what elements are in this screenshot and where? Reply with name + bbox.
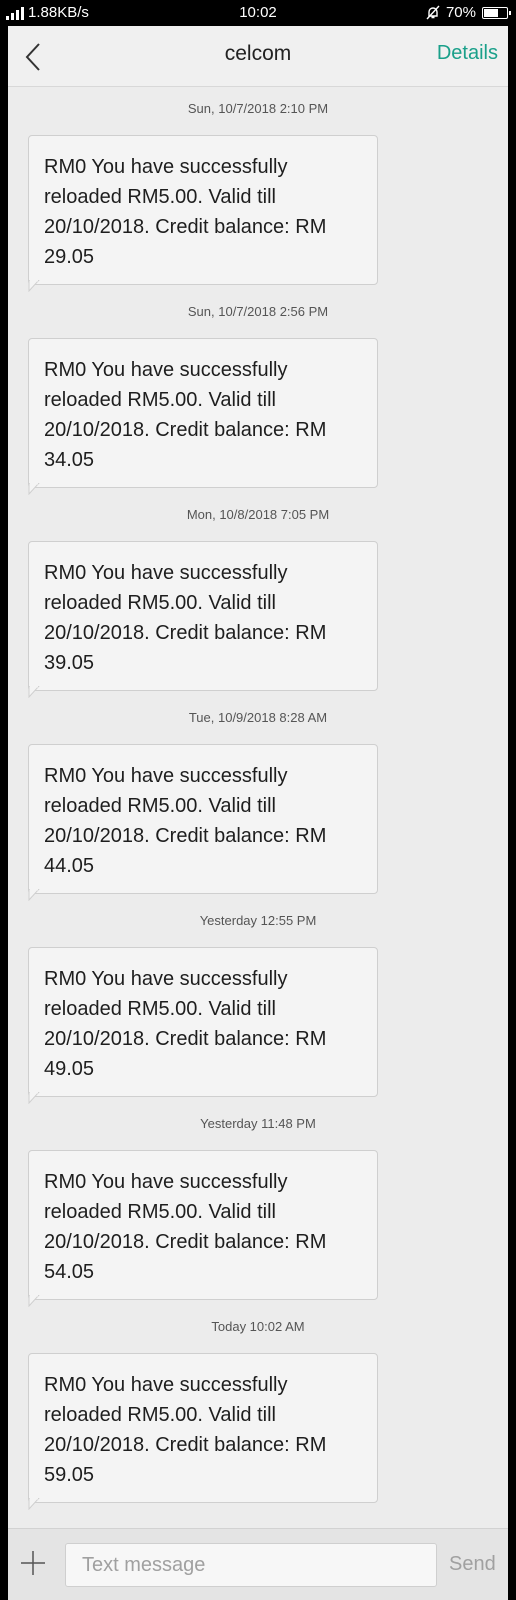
message-timestamp: Sun, 10/7/2018 2:10 PM [187, 101, 329, 116]
message-timestamp: Tue, 10/9/2018 8:28 AM [188, 710, 328, 725]
message-text-line: RM0 You have successfully [44, 1374, 288, 1396]
bell-off-icon [426, 5, 440, 20]
message-text-line: 20/10/2018. Credit balance: RM [44, 622, 327, 644]
message-text-line: reloaded RM5.00. Valid till [44, 998, 276, 1020]
message-text-line: 20/10/2018. Credit balance: RM [44, 1028, 327, 1050]
message-timestamp: Yesterday 12:55 PM [199, 913, 317, 928]
message-text-line: 20/10/2018. Credit balance: RM [44, 216, 327, 238]
message-text-line: 54.05 [44, 1261, 95, 1283]
bubble-tail [28, 1498, 40, 1510]
conversation-screen: celcom Details Sun, 10/7/2018 2:10 PM RM0… [8, 26, 508, 1600]
message-text-line: reloaded RM5.00. Valid till [44, 389, 276, 411]
message-bubble[interactable]: RM0 You have successfully reloaded RM5.00… [28, 135, 378, 292]
message-timestamp: Mon, 10/8/2018 7:05 PM [186, 507, 330, 522]
bubble-tail [28, 280, 40, 292]
conversation-header: celcom Details [8, 26, 508, 87]
message-text-line: 44.05 [44, 855, 95, 877]
status-bar: 1.88KB/s 10:02 70% [0, 0, 516, 26]
bubble-tail [28, 889, 40, 901]
message-text-line: RM0 You have successfully [44, 765, 288, 787]
message-bubble[interactable]: RM0 You have successfully reloaded RM5.00… [28, 1353, 378, 1510]
message-text-line: RM0 You have successfully [44, 1171, 288, 1193]
message-text-line: 34.05 [44, 449, 95, 471]
send-button[interactable]: Send [449, 1553, 496, 1576]
message-text-line: 20/10/2018. Credit balance: RM [44, 419, 327, 441]
message-text-line: 59.05 [44, 1464, 95, 1486]
details-button[interactable]: Details [437, 42, 498, 65]
message-text-line: RM0 You have successfully [44, 156, 288, 178]
message-text-line: reloaded RM5.00. Valid till [44, 1404, 276, 1426]
conversation-title: celcom [224, 42, 292, 65]
message-input[interactable] [65, 1543, 437, 1587]
message-text-line: 29.05 [44, 246, 95, 268]
message-text-line: RM0 You have successfully [44, 968, 288, 990]
message-text-line: RM0 You have successfully [44, 359, 288, 381]
message-bubble[interactable]: RM0 You have successfully reloaded RM5.00… [28, 947, 378, 1104]
message-text-line: reloaded RM5.00. Valid till [44, 795, 276, 817]
message-text-line: 20/10/2018. Credit balance: RM [44, 1231, 327, 1253]
message-text-line: 49.05 [44, 1058, 95, 1080]
message-text-line: 20/10/2018. Credit balance: RM [44, 1434, 327, 1456]
bubble-tail [28, 1295, 40, 1307]
message-timestamp: Yesterday 11:48 PM [200, 1116, 316, 1131]
message-text-line: 20/10/2018. Credit balance: RM [44, 825, 327, 847]
message-timestamp: Today 10:02 AM [211, 1319, 305, 1334]
message-text-line: reloaded RM5.00. Valid till [44, 592, 276, 614]
status-right: 70% [426, 4, 511, 21]
bubble-tail [28, 1092, 40, 1104]
message-text-line: 39.05 [44, 652, 95, 674]
message-bubble[interactable]: RM0 You have successfully reloaded RM5.00… [28, 744, 378, 901]
bubble-tail [28, 483, 40, 495]
message-text-line: reloaded RM5.00. Valid till [44, 186, 276, 208]
plus-icon [21, 1551, 45, 1575]
message-bubble[interactable]: RM0 You have successfully reloaded RM5.00… [28, 1150, 378, 1307]
bubble-tail [28, 686, 40, 698]
battery-percent: 70% [445, 4, 476, 21]
message-bubble[interactable]: RM0 You have successfully reloaded RM5.00… [28, 338, 378, 495]
add-attachment-button[interactable] [18, 1548, 48, 1578]
message-bubble[interactable]: RM0 You have successfully reloaded RM5.00… [28, 541, 378, 698]
message-timestamp: Sun, 10/7/2018 2:56 PM [187, 304, 329, 319]
battery-icon [482, 6, 511, 19]
message-text-line: RM0 You have successfully [44, 562, 288, 584]
composer-bar: Send [8, 1528, 508, 1600]
message-text-line: reloaded RM5.00. Valid till [44, 1201, 276, 1223]
